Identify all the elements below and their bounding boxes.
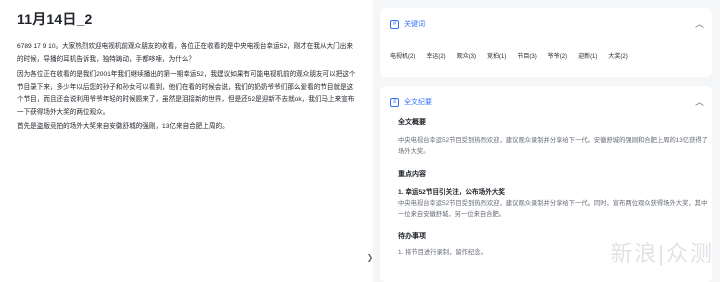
transcript-paragraph[interactable]: 6789 17 9 10。大家热烈欢迎电视机前观众朋友的收看，各位正在收看的是中…: [17, 41, 359, 66]
transcript-panel: 11月14日_2 6789 17 9 10。大家热烈欢迎电视机前观众朋友的收看，…: [0, 0, 368, 282]
keywords-header[interactable]: # 关键词: [390, 18, 425, 30]
ai-side-panel: # 关键词 ︿ 电视机(2) 幸运(2) 观众(3) 竞拍(1) 节目(3) 爷…: [373, 0, 720, 282]
keywords-heading: 关键词: [404, 21, 425, 28]
todo-title: 待办事项: [398, 233, 426, 240]
transcript-paragraph[interactable]: 因为各位正在收看的是我们2001年我们继续播出的第一期幸运52，我建议如果有可能…: [17, 69, 359, 119]
keyword-chip[interactable]: 迎新(1): [578, 51, 597, 60]
keyword-chip[interactable]: 大奖(2): [608, 51, 627, 60]
overview-text: 中央电视台幸运52节目受到热烈欢迎，建议观众录制并分享给下一代。安徽舒城的强刚和…: [398, 137, 708, 155]
keywords-card: # 关键词 ︿ 电视机(2) 幸运(2) 观众(3) 竞拍(1) 节目(3) 爷…: [380, 8, 712, 77]
chevron-up-icon[interactable]: ︿: [695, 95, 704, 108]
keyword-chip[interactable]: 电视机(2): [390, 51, 415, 60]
page-title: 11月14日_2: [17, 11, 93, 27]
summary-header[interactable]: ≡ 全文纪要: [390, 96, 432, 108]
key-points-title: 重点内容: [398, 171, 426, 178]
summary-heading: 全文纪要: [404, 99, 432, 106]
keyword-chip[interactable]: 幸运(2): [426, 51, 445, 60]
keyword-list: 电视机(2) 幸运(2) 观众(3) 竞拍(1) 节目(3) 爷爷(2) 迎新(…: [390, 51, 628, 60]
tag-icon: #: [390, 19, 399, 29]
keyword-chip[interactable]: 爷爷(2): [548, 51, 567, 60]
document-icon: ≡: [390, 97, 399, 107]
key-point-text: 中央电视台幸运52节目受到热烈欢迎，建议观众录制并分享给下一代。同时，宣布两位观…: [398, 200, 708, 218]
key-point-title: 1. 幸运52节目引关注，公布场外大奖: [398, 189, 505, 196]
keyword-chip[interactable]: 节目(3): [517, 51, 536, 60]
chevron-up-icon[interactable]: ︿: [695, 17, 704, 30]
overview-title: 全文概要: [398, 119, 426, 126]
keyword-chip[interactable]: 观众(3): [457, 51, 476, 60]
watermark-logo: 新浪|众测: [610, 241, 714, 266]
keyword-chip[interactable]: 竞拍(1): [487, 51, 506, 60]
transcript-paragraph[interactable]: 首先是盗版竞拍的场外大奖来自安徽舒城的强刚，13亿来自合肥上周的。: [17, 121, 359, 134]
